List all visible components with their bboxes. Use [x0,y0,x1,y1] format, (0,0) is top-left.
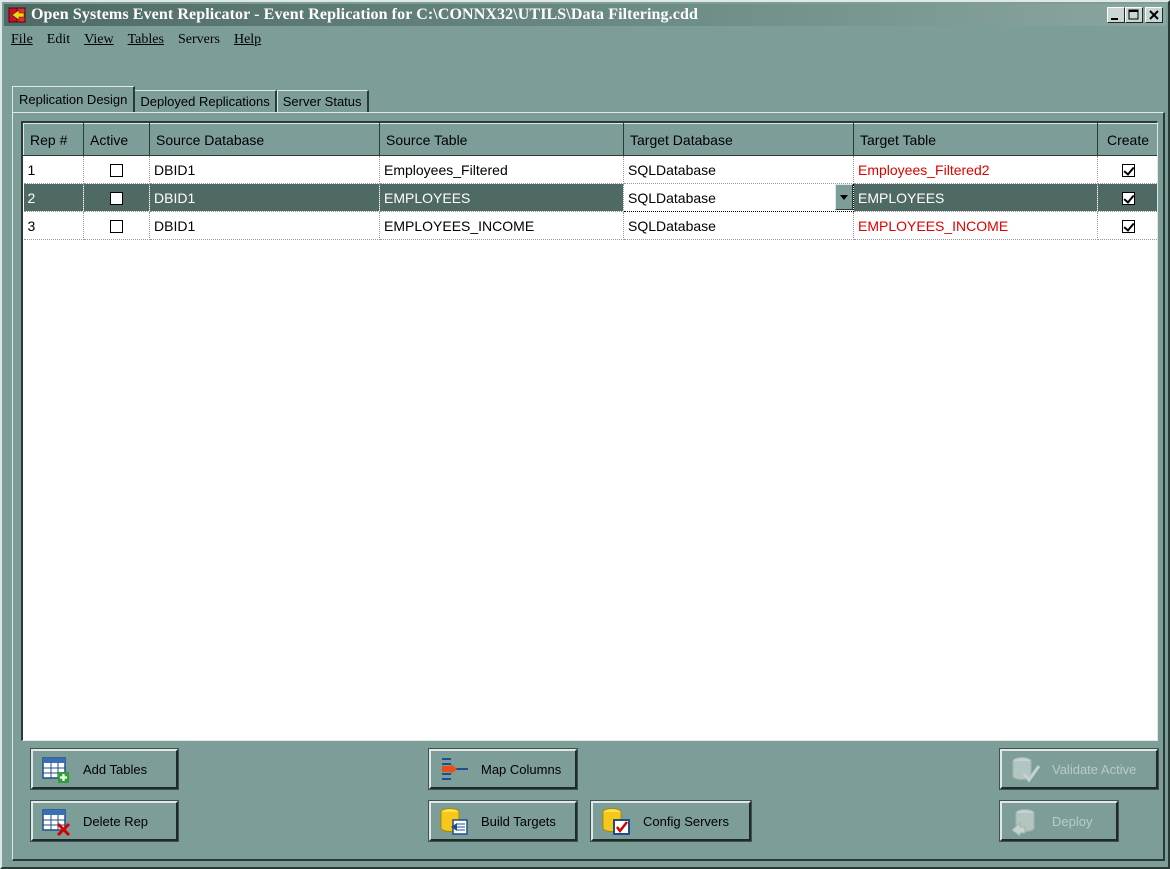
active-checkbox[interactable] [110,164,123,178]
menu-help[interactable]: Help [227,32,268,48]
cell-create [1097,155,1157,184]
tab-strip: Replication Design Deployed Replications… [12,86,369,112]
add-table-icon [41,754,71,784]
cell-rep: 1 [23,155,84,184]
map-columns-button[interactable]: Map Columns [428,748,578,790]
add-tables-label: Add Tables [83,761,148,777]
database-build-icon [439,806,469,836]
column-header-target-table[interactable]: Target Table [853,123,1098,156]
cell-target-table[interactable]: EMPLOYEES_INCOME [853,211,1098,240]
cell-active [83,155,150,184]
menu-file-label: File [11,32,33,47]
menu-bar: File Edit View Tables Servers Help [4,28,268,52]
title-bar[interactable]: Open Systems Event Replicator - Event Re… [4,4,1166,26]
column-header-active[interactable]: Active [83,123,150,156]
add-tables-button[interactable]: Add Tables [30,748,179,790]
validate-active-button[interactable]: Validate Active [999,748,1159,790]
column-header-create[interactable]: Create [1097,123,1157,156]
cell-active [83,211,150,240]
menu-tables-label: Tables [127,32,164,47]
create-checkbox[interactable] [1121,192,1135,206]
map-columns-label: Map Columns [481,761,562,777]
config-servers-button[interactable]: Config Servers [590,800,752,842]
validate-active-label: Validate Active [1052,761,1137,777]
menu-view-label: View [84,32,114,47]
close-icon [1149,10,1159,20]
column-header-target-database[interactable]: Target Database [623,123,854,156]
create-checkbox[interactable] [1121,220,1135,234]
database-config-icon [601,806,631,836]
tab-deployed-replications[interactable]: Deployed Replications [134,90,277,112]
cell-source-database[interactable]: DBID1 [149,155,380,184]
cell-rep: 2 [23,183,84,212]
delete-table-icon [41,806,71,837]
cell-source-database[interactable]: DBID1 [149,211,380,240]
cell-target-database[interactable]: SQLDatabase [623,211,854,240]
delete-rep-button[interactable]: Delete Rep [30,800,179,842]
deploy-button[interactable]: Deploy [999,800,1119,842]
deploy-label: Deploy [1052,813,1093,829]
cell-target-table[interactable]: EMPLOYEES [853,183,1098,212]
replication-design-panel: Rep # Active Source Database Source Tabl… [12,112,1165,861]
column-header-source-database[interactable]: Source Database [149,123,380,156]
deploy-icon [1010,806,1040,837]
build-targets-button[interactable]: Build Targets [428,800,578,842]
menu-edit[interactable]: Edit [40,32,77,48]
menu-tables[interactable]: Tables [121,32,171,48]
column-header-source-table[interactable]: Source Table [379,123,624,156]
table-row[interactable]: 1 DBID1 Employees_Filtered SQLDatabase E… [23,155,1157,184]
column-header-rep[interactable]: Rep # [23,123,84,156]
menu-servers[interactable]: Servers [171,32,227,48]
cell-source-database[interactable]: DBID1 [149,183,380,212]
create-checkbox[interactable] [1121,164,1135,178]
build-targets-label: Build Targets [481,813,556,829]
map-columns-icon [439,754,469,784]
cell-source-table[interactable]: Employees_Filtered [379,155,624,184]
window-controls [1107,7,1163,23]
maximize-button[interactable] [1125,7,1143,23]
validate-database-icon [1010,754,1041,784]
target-database-dropdown-value: SQLDatabase [628,189,716,206]
menu-view[interactable]: View [77,32,120,48]
window-title: Open Systems Event Replicator - Event Re… [31,6,698,23]
cell-rep: 3 [23,211,84,240]
table-row-selected[interactable]: 2 DBID1 EMPLOYEES SQLDatabase EMPLOYEES [23,183,1157,212]
table-row[interactable]: 3 DBID1 EMPLOYEES_INCOME SQLDatabase EMP… [23,211,1157,240]
grid-header-row: Rep # Active Source Database Source Tabl… [23,123,1157,156]
app-icon [8,6,26,24]
delete-rep-label: Delete Rep [83,813,149,829]
minimize-button[interactable] [1107,7,1125,23]
target-database-dropdown[interactable]: SQLDatabase [623,183,854,212]
cell-active [83,183,150,212]
tab-server-status[interactable]: Server Status [276,90,369,112]
maximize-icon [1128,9,1139,20]
menu-file[interactable]: File [4,32,40,48]
active-checkbox[interactable] [110,192,123,206]
menu-help-label: Help [233,32,262,47]
chevron-down-icon[interactable] [835,184,853,210]
config-servers-label: Config Servers [643,813,729,829]
cell-target-database[interactable]: SQLDatabase [623,155,854,184]
cell-target-table[interactable]: Employees_Filtered2 [853,155,1098,184]
close-button[interactable] [1145,7,1163,23]
cell-source-table[interactable]: EMPLOYEES [379,183,624,212]
cell-create [1097,211,1157,240]
cell-create [1097,183,1157,212]
cell-source-table[interactable]: EMPLOYEES_INCOME [379,211,624,240]
minimize-icon [1111,18,1118,20]
tab-replication-design[interactable]: Replication Design [12,86,136,112]
replication-grid[interactable]: Rep # Active Source Database Source Tabl… [21,121,1158,741]
active-checkbox[interactable] [110,220,123,234]
app-window: Open Systems Event Replicator - Event Re… [0,0,1170,869]
